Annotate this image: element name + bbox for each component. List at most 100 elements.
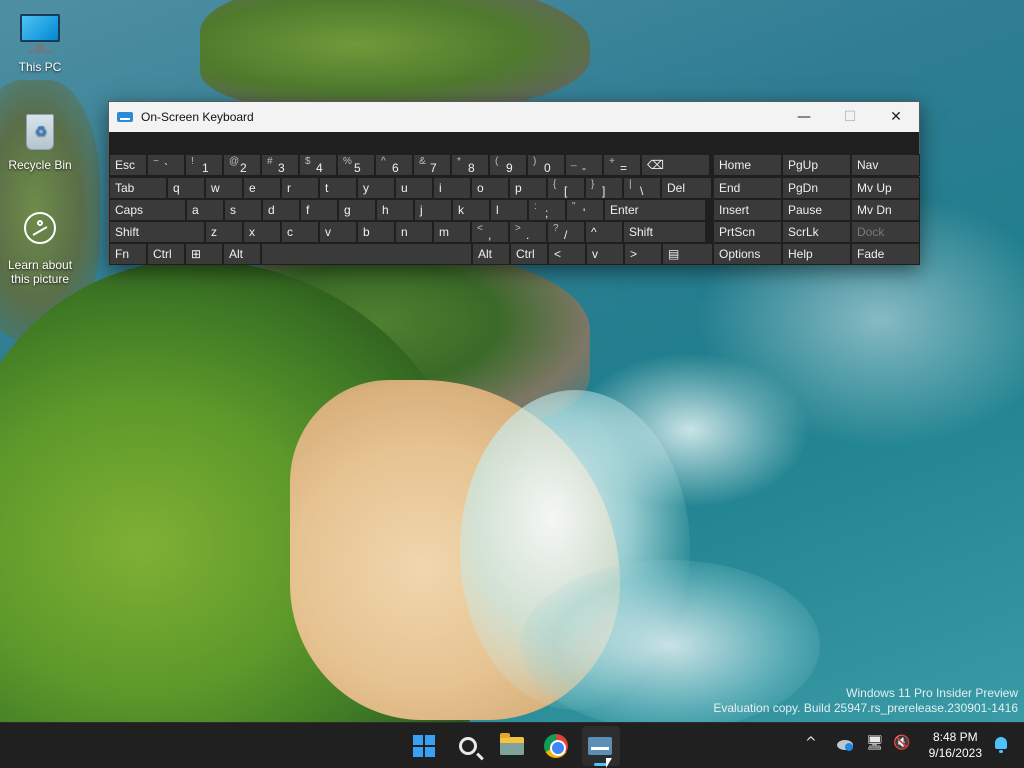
key-x[interactable]: x xyxy=(243,221,281,243)
window-titlebar[interactable]: On-Screen Keyboard — ☐ ✕ xyxy=(109,102,919,132)
key-b[interactable]: b xyxy=(357,221,395,243)
key-symbol-0-13[interactable]: + = xyxy=(603,154,641,176)
key-end[interactable]: End xyxy=(713,177,782,199)
system-clock[interactable]: 8:48 PM 9/16/2023 xyxy=(929,729,982,761)
key-nav[interactable]: Nav xyxy=(851,154,920,176)
key-y[interactable]: y xyxy=(357,177,395,199)
key-u[interactable]: u xyxy=(395,177,433,199)
key-symbol[interactable]: < xyxy=(548,243,586,265)
key-symbol-1-13[interactable]: | \ xyxy=(623,177,661,199)
key-symbol-1-12[interactable]: }] xyxy=(585,177,623,199)
key-d[interactable]: d xyxy=(262,199,300,221)
key-symbol-3-10[interactable]: ? / xyxy=(547,221,585,243)
close-button[interactable]: ✕ xyxy=(873,102,919,132)
key-symbol[interactable]: ^ xyxy=(585,221,623,243)
key-ctrl[interactable]: Ctrl xyxy=(147,243,185,265)
key-m[interactable]: m xyxy=(433,221,471,243)
key-esc[interactable]: Esc xyxy=(109,154,147,176)
key-symbol-3-9[interactable]: >. xyxy=(509,221,547,243)
file-explorer-button[interactable] xyxy=(497,731,527,761)
key-f[interactable]: f xyxy=(300,199,338,221)
start-button[interactable] xyxy=(409,731,439,761)
key-pause[interactable]: Pause xyxy=(782,199,851,221)
key-a[interactable]: a xyxy=(186,199,224,221)
key-symbol-0-6[interactable]: % 5 xyxy=(337,154,375,176)
key-scrlk[interactable]: ScrLk xyxy=(782,221,851,243)
key-symbol-0-11[interactable]: ) 0 xyxy=(527,154,565,176)
key-ctrl[interactable]: Ctrl xyxy=(510,243,548,265)
key-caps[interactable]: Caps xyxy=(109,199,186,221)
minimize-button[interactable]: — xyxy=(781,102,827,132)
key-j[interactable]: j xyxy=(414,199,452,221)
desktop-icon-this-pc[interactable]: This PC xyxy=(0,10,80,74)
key-n[interactable]: n xyxy=(395,221,433,243)
show-hidden-icons-button[interactable]: ^ xyxy=(805,735,817,751)
key-symbol[interactable]: ⌫ xyxy=(641,154,710,176)
key-v[interactable]: v xyxy=(586,243,624,265)
key-symbol-0-5[interactable]: $4 xyxy=(299,154,337,176)
key-p[interactable]: p xyxy=(509,177,547,199)
key-pgup[interactable]: PgUp xyxy=(782,154,851,176)
key-h[interactable]: h xyxy=(376,199,414,221)
key-c[interactable]: c xyxy=(281,221,319,243)
on-screen-keyboard-window[interactable]: On-Screen Keyboard — ☐ ✕ Esc ~ `! 1 @2 #3 $4% 5… xyxy=(108,101,920,265)
key-symbol-0-10[interactable]: (9 xyxy=(489,154,527,176)
key-symbol-3-8[interactable]: <, xyxy=(471,221,509,243)
key-r[interactable]: r xyxy=(281,177,319,199)
key-symbol-2-11[interactable]: " ' xyxy=(566,199,604,221)
key-shift[interactable]: Shift xyxy=(623,221,706,243)
key-z[interactable]: z xyxy=(205,221,243,243)
key-symbol[interactable]: ⊞ xyxy=(185,243,223,265)
key-i[interactable]: i xyxy=(433,177,471,199)
key-shift[interactable]: Shift xyxy=(109,221,205,243)
key-l[interactable]: l xyxy=(490,199,528,221)
key-symbol-0-4[interactable]: #3 xyxy=(261,154,299,176)
key-prtscn[interactable]: PrtScn xyxy=(713,221,782,243)
key-fade[interactable]: Fade xyxy=(851,243,920,265)
key-options[interactable]: Options xyxy=(713,243,782,265)
key-e[interactable]: e xyxy=(243,177,281,199)
volume-muted-icon[interactable]: 🔇 xyxy=(893,735,910,751)
desktop-icon-learn-about-picture[interactable]: Learn about this picture xyxy=(0,208,80,286)
key-key[interactable] xyxy=(261,243,472,265)
key-fn[interactable]: Fn xyxy=(109,243,147,265)
key-g[interactable]: g xyxy=(338,199,376,221)
key-mv-dn[interactable]: Mv Dn xyxy=(851,199,920,221)
key-home[interactable]: Home xyxy=(713,154,782,176)
key-v[interactable]: v xyxy=(319,221,357,243)
key-symbol-0-1[interactable]: ~ ` xyxy=(147,154,185,176)
key-o[interactable]: o xyxy=(471,177,509,199)
key-pgdn[interactable]: PgDn xyxy=(782,177,851,199)
search-button[interactable] xyxy=(453,731,483,761)
key-insert[interactable]: Insert xyxy=(713,199,782,221)
key-symbol-0-2[interactable]: ! 1 xyxy=(185,154,223,176)
key-w[interactable]: w xyxy=(205,177,243,199)
key-symbol-0-12[interactable]: _ - xyxy=(565,154,603,176)
key-symbol[interactable]: ▤ xyxy=(662,243,713,265)
key-alt[interactable]: Alt xyxy=(223,243,261,265)
chrome-button[interactable] xyxy=(541,731,571,761)
network-icon[interactable]: 🖥 xyxy=(866,735,884,751)
key-t[interactable]: t xyxy=(319,177,357,199)
notification-bell-icon[interactable] xyxy=(992,735,1010,755)
on-screen-keyboard-taskbar-button[interactable] xyxy=(585,731,615,761)
key-symbol-2-10[interactable]: :; xyxy=(528,199,566,221)
desktop-icon-recycle-bin[interactable]: ♻ Recycle Bin xyxy=(0,108,80,172)
key-enter[interactable]: Enter xyxy=(604,199,706,221)
key-tab[interactable]: Tab xyxy=(109,177,167,199)
key-alt[interactable]: Alt xyxy=(472,243,510,265)
key-q[interactable]: q xyxy=(167,177,205,199)
key-symbol-0-9[interactable]: * 8 xyxy=(451,154,489,176)
key-label: w xyxy=(211,181,220,195)
key-del[interactable]: Del xyxy=(661,177,712,199)
key-mv-up[interactable]: Mv Up xyxy=(851,177,920,199)
key-symbol-0-8[interactable]: & 7 xyxy=(413,154,451,176)
key-symbol[interactable]: > xyxy=(624,243,662,265)
key-symbol-0-3[interactable]: @2 xyxy=(223,154,261,176)
key-help[interactable]: Help xyxy=(782,243,851,265)
key-k[interactable]: k xyxy=(452,199,490,221)
key-symbol-0-7[interactable]: ^ 6 xyxy=(375,154,413,176)
onedrive-icon[interactable] xyxy=(836,737,853,751)
key-symbol-1-11[interactable]: {[ xyxy=(547,177,585,199)
key-s[interactable]: s xyxy=(224,199,262,221)
